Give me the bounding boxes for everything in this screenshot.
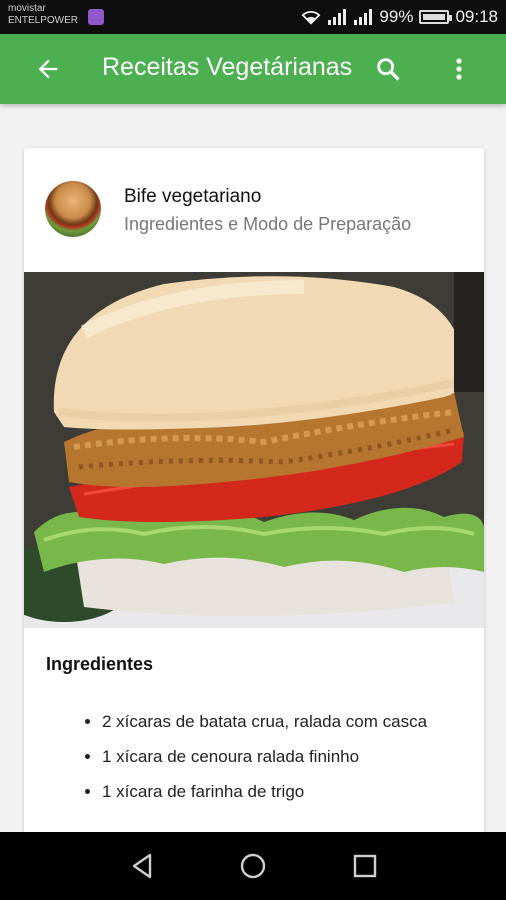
nav-back-icon[interactable] — [126, 850, 158, 882]
wifi-icon — [301, 11, 321, 25]
search-icon[interactable] — [374, 55, 402, 83]
recipe-avatar — [45, 181, 101, 237]
signal-icon-2 — [354, 9, 373, 25]
list-item: 1 xícara de cenoura ralada fininho — [102, 739, 462, 774]
notification-app-icon — [88, 9, 104, 25]
carrier-name: movistar — [8, 3, 46, 14]
recipe-title: Bife vegetariano — [124, 186, 262, 207]
recipe-photo — [24, 272, 484, 628]
recipe-subtitle: Ingredientes e Modo de Preparação — [124, 214, 412, 234]
status-indicators: 99% 09:18 — [301, 6, 498, 28]
status-bar: movistar ENTELPOWER 99% 09:18 — [0, 0, 506, 34]
nav-recents-icon[interactable] — [349, 850, 381, 882]
arrow-back-icon[interactable] — [34, 55, 62, 83]
carrier-info: movistar ENTELPOWER — [8, 3, 78, 27]
signal-icon — [328, 9, 347, 25]
nav-home-icon[interactable] — [237, 850, 269, 882]
carrier-name-2: ENTELPOWER — [8, 15, 79, 26]
clock: 09:18 — [455, 7, 498, 26]
battery-icon — [419, 10, 453, 24]
battery-percent: 99% — [379, 7, 414, 26]
list-item: 1 xícara de farinha de trigo — [102, 774, 462, 809]
app-bar: Receitas Vegetárianas — [0, 34, 506, 104]
ingredients-heading: Ingredientes — [46, 654, 154, 674]
page-title: Receitas Vegetárianas — [102, 53, 353, 81]
list-item: 2 xícaras de batata crua, ralada com cas… — [102, 704, 462, 739]
recipe-card[interactable]: Bife vegetariano Ingredientes e Modo de … — [24, 148, 484, 848]
more-vert-icon[interactable] — [448, 55, 470, 83]
ingredients-list: 2 xícaras de batata crua, ralada com cas… — [80, 704, 462, 809]
navigation-bar — [0, 832, 506, 900]
